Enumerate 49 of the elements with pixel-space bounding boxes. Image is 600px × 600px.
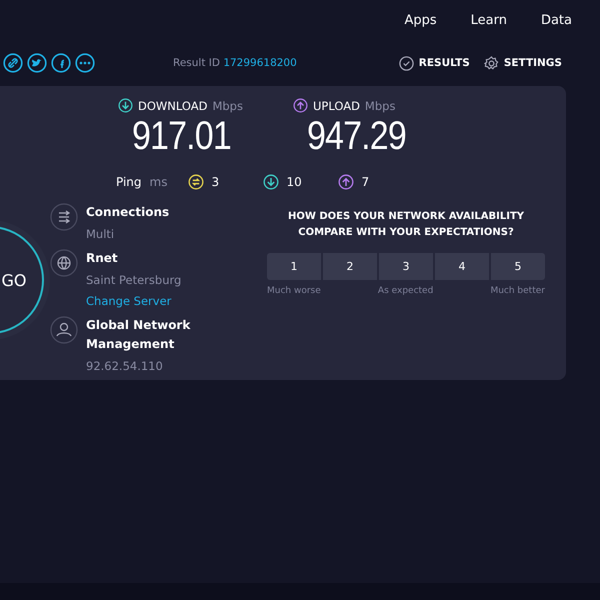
survey-question: HOW DOES YOUR NETWORK AVAILABILITY COMPARE WITH YOUR EXPECTATIONS? (286, 210, 526, 240)
speed-label: UPLOAD (313, 98, 360, 112)
ping-value: 7 (362, 175, 370, 189)
results-button[interactable]: RESULTS (398, 56, 470, 70)
arrows-icon (50, 203, 78, 231)
globe-icon (50, 249, 78, 277)
ping-label: Ping (116, 175, 142, 189)
info-detail: Saint Petersburg (86, 272, 182, 289)
info-title: Rnet (86, 250, 119, 267)
change-server-link[interactable]: Change Server (86, 292, 182, 310)
rating-option[interactable]: 5 (491, 253, 545, 280)
speed-value: 917.01 (132, 113, 231, 159)
rating-option[interactable]: 4 (435, 253, 489, 280)
nav-link[interactable]: Data (540, 12, 572, 28)
speed-unit: Mbps (364, 98, 396, 112)
settings-button[interactable]: SETTINGS (484, 56, 562, 70)
speed-value: 947.29 (307, 113, 406, 159)
result-id-label: Result ID (173, 57, 220, 69)
info-title: Global Network Management (86, 317, 192, 353)
upload-icon (293, 98, 308, 113)
speed-unit: Mbps (212, 98, 243, 112)
person-icon (50, 316, 78, 344)
more-icon[interactable] (75, 53, 95, 73)
info-title: Connections (86, 204, 170, 221)
download-icon (118, 98, 133, 113)
settings-icon (484, 56, 499, 70)
download-icon (262, 174, 279, 190)
rating-option[interactable]: 1 (267, 253, 321, 280)
scale-label: As expected (378, 286, 434, 296)
result-id-link[interactable]: 17299618200 (223, 57, 297, 69)
go-button[interactable]: GO (0, 226, 44, 334)
check-icon (398, 56, 414, 70)
scale-label: Much better (490, 286, 545, 296)
ping-unit: ms (150, 175, 168, 189)
ping-value: 10 (286, 175, 302, 189)
rating-option[interactable]: 2 (323, 253, 377, 280)
ping-icon (188, 174, 204, 190)
ping-value: 3 (212, 175, 220, 189)
letter-f-icon[interactable] (51, 53, 71, 73)
rating-option[interactable]: 3 (379, 253, 433, 280)
bird-icon[interactable] (27, 53, 47, 73)
scale-label: Much worse (267, 286, 321, 296)
upload-icon (338, 174, 354, 190)
speed-label: DOWNLOAD (138, 98, 208, 112)
nav-link[interactable]: Apps (404, 12, 437, 28)
nav-link[interactable]: Learn (470, 12, 507, 28)
info-detail: 92.62.54.110 (86, 358, 164, 375)
link-icon[interactable] (3, 53, 23, 73)
info-detail: Multi (86, 226, 116, 243)
